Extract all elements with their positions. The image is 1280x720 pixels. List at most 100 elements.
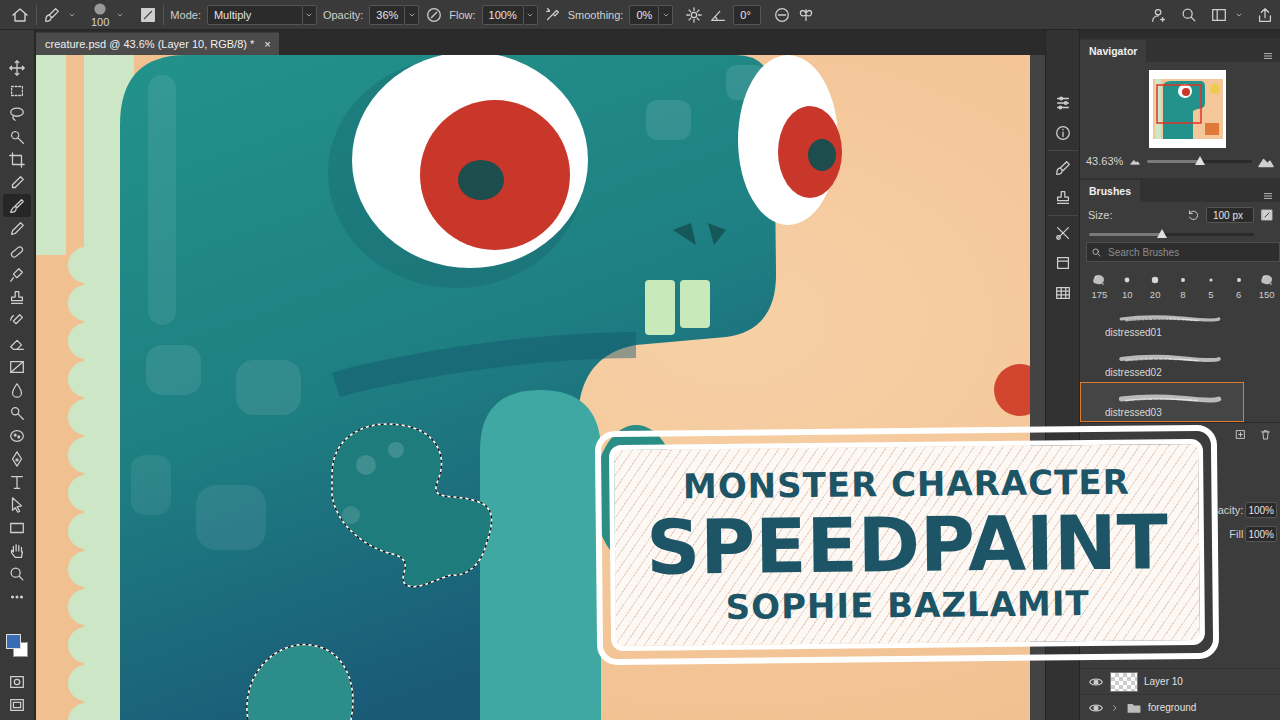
navigator-tab[interactable]: Navigator	[1080, 40, 1146, 62]
dropdown-arrow-icon[interactable]	[407, 10, 417, 20]
flow-field[interactable]: 100%	[482, 5, 524, 25]
marquee-icon[interactable]	[8, 82, 26, 100]
move-icon[interactable]	[8, 59, 26, 77]
more-tools-icon[interactable]	[8, 588, 26, 606]
tool-button[interactable]	[3, 240, 31, 263]
tool-button[interactable]	[3, 125, 31, 148]
brush-search-input[interactable]	[1106, 246, 1275, 259]
tool-button[interactable]	[3, 79, 31, 102]
brush-tip[interactable]: 175	[1086, 272, 1113, 300]
flow-value[interactable]: 100%	[489, 9, 517, 21]
mixer-brush-icon[interactable]	[8, 266, 26, 284]
layer-row[interactable]: foreground	[1080, 694, 1280, 720]
clone-source-button[interactable]	[1052, 187, 1074, 209]
tool-button[interactable]	[3, 56, 31, 79]
reset-icon[interactable]	[1186, 208, 1200, 222]
zoom-out-icon[interactable]	[1129, 155, 1141, 167]
tool-button[interactable]	[3, 493, 31, 516]
brush-preset[interactable]: distressed03	[1080, 382, 1244, 422]
gradient-icon[interactable]	[8, 358, 26, 376]
tool-presets-button[interactable]	[1052, 222, 1074, 244]
size-field[interactable]: 100 px	[1206, 207, 1254, 223]
brush-tool-icon[interactable]	[43, 6, 61, 24]
home-icon[interactable]	[10, 5, 30, 25]
layer-opacity-value[interactable]: 100%	[1248, 505, 1274, 516]
zoom-in-icon[interactable]	[1258, 153, 1274, 169]
search-icon[interactable]	[1180, 6, 1198, 24]
dropdown-arrow-icon[interactable]	[525, 10, 535, 20]
brush-tip[interactable]: 6	[1225, 272, 1252, 300]
dropdown-arrow-icon[interactable]	[67, 10, 77, 20]
dropdown-arrow-icon[interactable]	[661, 10, 671, 20]
angle-field[interactable]: 0°	[733, 5, 761, 25]
zoom-icon[interactable]	[8, 565, 26, 583]
info-button[interactable]	[1052, 122, 1074, 144]
screen-mode-button[interactable]	[3, 693, 31, 716]
tool-button[interactable]	[3, 424, 31, 447]
smoothing-value[interactable]: 0%	[636, 9, 652, 21]
angle-value[interactable]: 0°	[740, 9, 751, 21]
mode-value[interactable]: Multiply	[214, 9, 251, 21]
workspace-icon[interactable]	[1210, 6, 1228, 24]
tool-button[interactable]	[3, 286, 31, 309]
screen-mode-icon[interactable]	[8, 696, 26, 714]
navigator-zoom-slider[interactable]	[1147, 160, 1252, 163]
dodge-icon[interactable]	[8, 404, 26, 422]
history-brush-icon[interactable]	[8, 312, 26, 330]
panel-menu-icon[interactable]	[1262, 50, 1274, 62]
blur-icon[interactable]	[8, 381, 26, 399]
brush-preset[interactable]: distressed02	[1080, 342, 1244, 382]
brush-settings-button[interactable]	[1052, 157, 1074, 179]
path-select-icon[interactable]	[8, 496, 26, 514]
brushes-tab[interactable]: Brushes	[1080, 180, 1140, 202]
type-tool-icon[interactable]	[8, 473, 26, 491]
panel-menu-icon[interactable]	[1262, 190, 1274, 202]
table-icon[interactable]	[1054, 284, 1072, 302]
sponge-icon[interactable]	[8, 427, 26, 445]
color-swatches[interactable]	[3, 628, 31, 662]
size-value[interactable]: 100 px	[1213, 210, 1243, 221]
eye-icon[interactable]	[1088, 674, 1104, 690]
airbrush-icon[interactable]	[544, 6, 562, 24]
opacity-value[interactable]: 36%	[376, 9, 398, 21]
quick-select-icon[interactable]	[8, 128, 26, 146]
document-tab[interactable]: creature.psd @ 43.6% (Layer 10, RGB/8) *…	[36, 32, 279, 55]
dropdown-arrow-icon[interactable]	[115, 10, 125, 20]
tool-button[interactable]	[3, 562, 31, 585]
new-layer-icon[interactable]	[1234, 428, 1247, 441]
crop-icon[interactable]	[8, 151, 26, 169]
dropdown-arrow-icon[interactable]	[304, 10, 314, 20]
rectangle-icon[interactable]	[8, 519, 26, 537]
learn-icon[interactable]	[1150, 6, 1168, 24]
brush-tip[interactable]: 8	[1170, 272, 1197, 300]
layer-opacity-field[interactable]: 100%	[1245, 502, 1277, 518]
quick-mask-button[interactable]	[3, 670, 31, 693]
share-icon[interactable]	[1256, 6, 1274, 24]
visibility-toggle[interactable]	[1088, 674, 1104, 690]
visibility-toggle[interactable]	[1088, 700, 1104, 716]
brush-settings-icon[interactable]	[1054, 159, 1072, 177]
adjustments-icon[interactable]	[1054, 94, 1072, 112]
brush-tip[interactable]: 150	[1253, 272, 1280, 300]
quick-mask-icon[interactable]	[8, 673, 26, 691]
dropdown-arrow-icon[interactable]	[1234, 10, 1244, 20]
tool-button[interactable]	[3, 217, 31, 240]
opacity-field[interactable]: 36%	[369, 5, 405, 25]
tool-button[interactable]	[3, 470, 31, 493]
tool-button[interactable]	[3, 516, 31, 539]
close-tab-button[interactable]: ×	[264, 38, 270, 50]
tool-button[interactable]	[3, 355, 31, 378]
pressure-opacity-icon[interactable]	[425, 6, 443, 24]
tool-button[interactable]	[3, 401, 31, 424]
layer-comps-icon[interactable]	[1054, 254, 1072, 272]
tool-button[interactable]	[3, 447, 31, 470]
adjustments-button[interactable]	[1052, 92, 1074, 114]
tool-button[interactable]	[3, 148, 31, 171]
pencil-icon[interactable]	[8, 220, 26, 238]
angle-icon[interactable]	[709, 6, 727, 24]
eraser-icon[interactable]	[8, 335, 26, 353]
brush-settings-icon[interactable]	[139, 6, 157, 24]
brush-preset[interactable]: distressed01	[1080, 302, 1244, 342]
expand-arrow-icon[interactable]	[1110, 703, 1120, 713]
navigator-thumbnail[interactable]	[1149, 70, 1226, 148]
